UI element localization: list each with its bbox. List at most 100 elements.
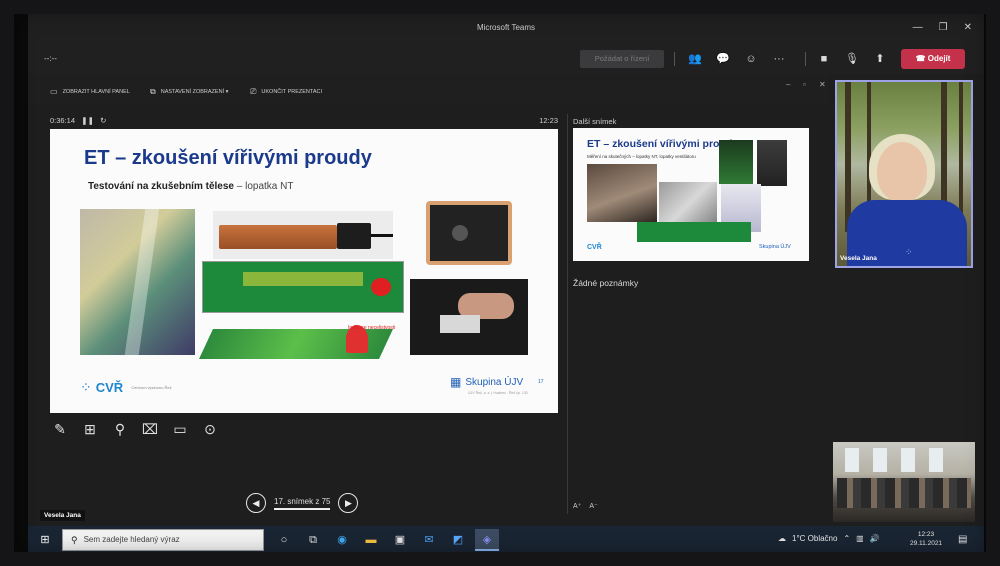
tray-chevron-icon[interactable]: ⌃ [843,534,850,543]
show-taskbar-button[interactable]: ▭ ZOBRAZIT HLAVNÍ PANEL [50,87,130,96]
mail-icon[interactable]: ✉ [417,529,441,551]
more-options-icon[interactable]: ⊙ [200,419,220,439]
increase-font-button[interactable]: A⁺ [573,502,581,510]
defect-annotation: Indikace necelistvosti [348,325,396,331]
teams-icon[interactable]: ◈ [475,529,499,551]
task-view-icon[interactable]: ⧉ [301,529,325,551]
display-settings-label: NASTAVENÍ ZOBRAZENÍ ▾ [160,89,229,95]
pres-close-button[interactable]: ✕ [819,80,826,89]
end-presentation-button[interactable]: ⎚ UKONČIT PREZENTACI [250,87,322,97]
next-slide-thumbnail[interactable]: ET – zkoušení vířivými proudy Měření na … [573,128,809,261]
meeting-timer: --:-- [44,54,57,63]
taskbar-search[interactable]: ⚲ Sem zadejte hledaný výraz [62,529,264,551]
classroom-window [929,448,943,472]
edge-icon[interactable]: ◉ [330,529,354,551]
ujv-address: ÚJV Řež, a. s. | Husinec - Řež čp. 130 [468,391,528,395]
ujv-logo: ▦ Skupina ÚJV [450,375,523,389]
device-box [426,201,512,265]
toolbar-divider [674,52,675,66]
blade-photo [80,209,195,355]
background-tree [845,82,851,232]
thumb-cvr-logo: CVŘ [587,244,602,251]
close-button[interactable]: ✕ [964,22,972,33]
windows-start-icon[interactable]: ⊞ [38,533,52,547]
title-bar: Microsoft Teams — ❐ ✕ [28,14,984,44]
slide-subtitle-rest: – lopatka NT [233,181,294,192]
people-icon[interactable]: 👥 [686,50,704,68]
reactions-icon[interactable]: ☺ [742,50,760,68]
scan-band [243,272,363,286]
end-presentation-icon: ⎚ [250,87,257,96]
display-settings-button[interactable]: ⧉ NASTAVENÍ ZOBRAZENÍ ▾ [150,87,228,97]
prev-slide-button[interactable]: ◀ [246,493,266,513]
volume-icon[interactable]: 🔊 [870,534,880,543]
taskbar-clock[interactable]: 12:23 29.11.2021 [910,530,942,548]
zoom-icon[interactable]: ⚲ [110,419,130,439]
current-slide[interactable]: ET – zkoušení vířivými proudy Testování … [50,129,558,413]
clock-time: 12:23 [917,531,935,538]
probe-body [219,225,337,249]
store-icon[interactable]: ▣ [388,529,412,551]
toolbar-divider [805,52,806,66]
elapsed-value: 0:36:14 [50,116,76,125]
participant-video-main[interactable]: Vesela Jana ⁘ [835,80,973,268]
slide-subtitle: Testování na zkušebním tělese – lopatka … [88,181,293,192]
pause-icon[interactable]: ❚❚ [77,116,94,125]
measurement-photo [410,279,528,355]
notifications-icon[interactable]: ▤ [958,534,967,545]
presentation-timer-bar: 0:36:14 ❚❚ ↻ 12:23 [50,115,558,127]
subtitles-icon[interactable]: ▭ [170,419,190,439]
shirt-logo-icon: ⁘ [905,247,913,257]
cvr-name: CVŘ [95,380,124,395]
slide-title: ET – zkoušení vířivými proudy [84,147,372,169]
cvr-dots-icon: ⁘ [80,379,92,395]
participant-video-classroom[interactable] [833,442,975,522]
presenter-caption: Vesela Jana [40,510,85,521]
thumb-photo-4 [757,140,787,186]
participant-name: Vesela Jana [840,255,877,262]
leave-button[interactable]: ☎ Odejít [901,49,965,69]
classroom-window [873,448,887,472]
end-presentation-label: UKONČIT PREZENTACI [261,89,323,95]
decrease-font-button[interactable]: A⁻ [589,502,597,510]
cortana-icon[interactable]: ○ [272,529,296,551]
display-settings-icon: ⧉ [150,87,156,96]
pres-minimize-button[interactable]: – [786,80,790,89]
elapsed-time: 0:36:14 ❚❚ ↻ [50,116,106,125]
scan-defect [371,278,391,296]
meeting-icons: 👥 💬 ☺ ··· [686,50,788,68]
c-scan-image [202,261,404,313]
pres-restore-button[interactable]: ▫ [803,80,806,89]
restore-button[interactable]: ❐ [939,22,948,33]
window-controls: — ❐ ✕ [913,22,972,33]
weather-text[interactable]: 1°C Oblačno [792,534,837,543]
thumb-photo-3 [719,140,753,184]
minimize-button[interactable]: — [913,22,923,33]
restart-icon[interactable]: ↻ [96,116,106,125]
pen-icon[interactable]: ✎ [50,419,70,439]
grid-icon[interactable]: ⊞ [80,419,100,439]
explorer-icon[interactable]: ▬ [359,529,383,551]
thumb-scan [637,222,751,242]
mic-icon[interactable]: 🎙 [843,50,861,68]
share-icon[interactable]: ⬆ [871,50,889,68]
cvr-logo: ⁘ CVŘ Centrum výzkumu Řež [80,379,172,396]
classroom-window [845,448,859,472]
3d-scan-image [199,315,396,375]
probe-shape [440,315,480,333]
request-control-button[interactable]: Požádat o řízení [580,50,664,68]
presenter-bar: ▭ ZOBRAZIT HLAVNÍ PANEL ⧉ NASTAVENÍ ZOBR… [28,74,828,104]
cloud-icon: ☁ [778,534,786,543]
camera-icon[interactable]: ■ [815,50,833,68]
chat-icon[interactable]: 💬 [714,50,732,68]
classroom-students [837,478,971,508]
network-icon[interactable]: ▥ [856,534,864,543]
more-icon[interactable]: ··· [770,50,788,68]
windows-taskbar: ⊞ ⚲ Sem zadejte hledaný výraz ○ ⧉ ◉ ▬ ▣ … [28,526,984,554]
eddy-current-device-photo [418,195,522,271]
pointer-screen-icon[interactable]: ⌧ [140,419,160,439]
device-knob [452,225,468,241]
next-slide-button[interactable]: ▶ [338,493,359,513]
presentation-clock: 12:23 [539,116,558,125]
photoshop-icon[interactable]: ◩ [446,529,470,551]
